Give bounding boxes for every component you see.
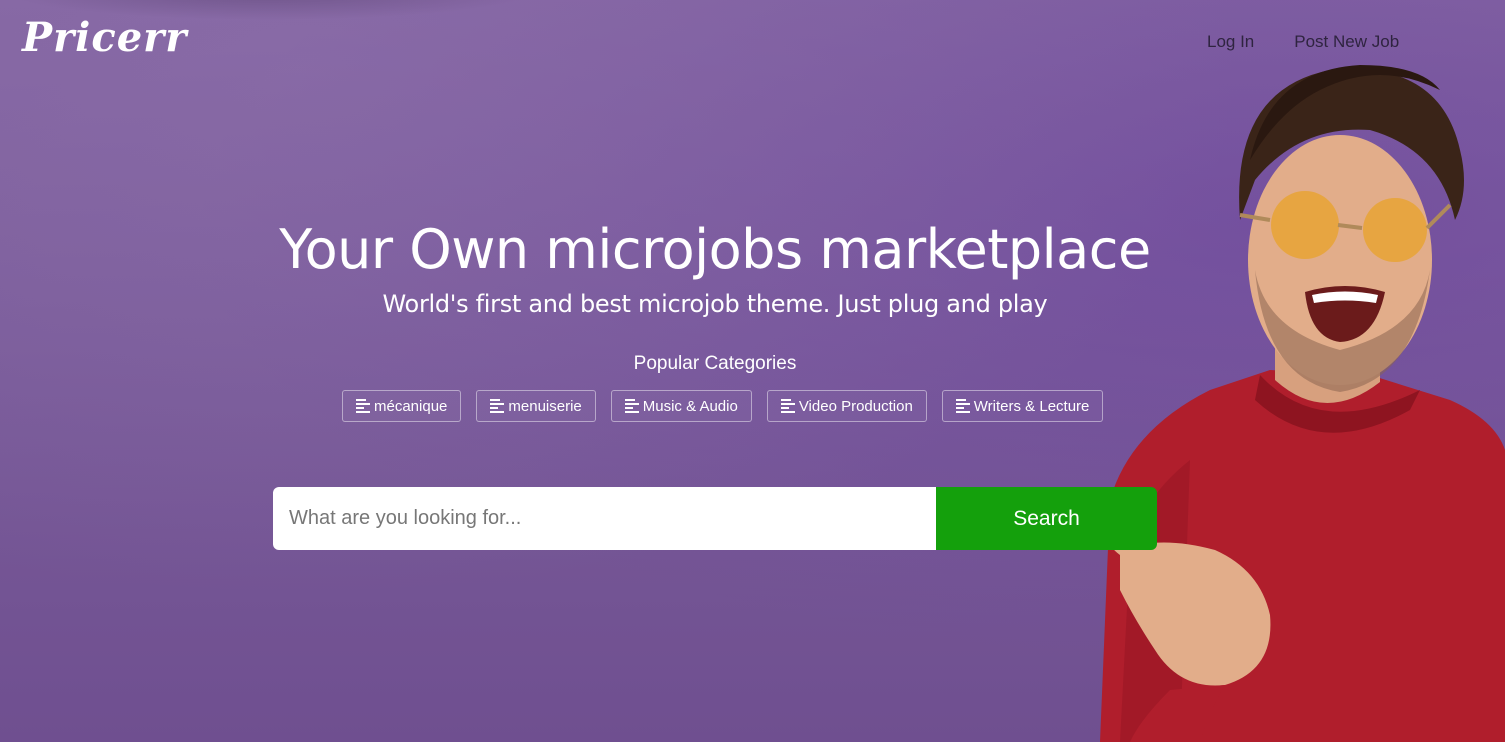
category-video-production[interactable]: Video Production [766,390,927,422]
list-icon [955,399,970,413]
list-icon [490,399,505,413]
category-label: menuiserie [508,397,582,415]
category-label: mécanique [374,397,448,415]
category-list: mécanique menuiserie Music & Audio Video… [342,390,1104,422]
hero-section: Pricerr Log In Post New Job Your Own mic… [0,0,1505,742]
list-icon [780,399,795,413]
hero-subtitle: World's first and best microjob theme. J… [382,290,1048,318]
category-label: Video Production [798,397,913,415]
search-button[interactable]: Search [936,487,1157,550]
hero-title: Your Own microjobs marketplace [279,218,1151,281]
site-logo[interactable]: Pricerr [22,14,187,61]
category-label: Music & Audio [642,397,738,415]
search-form: Search [273,487,1157,550]
popular-categories-heading: Popular Categories [633,353,797,374]
list-icon [624,399,639,413]
search-input[interactable] [273,487,936,550]
category-writers-lecture[interactable]: Writers & Lecture [941,390,1104,422]
category-label: Writers & Lecture [973,397,1090,415]
category-mecanique[interactable]: mécanique [342,390,462,422]
hero-person-image [1100,65,1505,742]
category-music-audio[interactable]: Music & Audio [610,390,752,422]
category-menuiserie[interactable]: menuiserie [476,390,596,422]
list-icon [356,399,370,413]
